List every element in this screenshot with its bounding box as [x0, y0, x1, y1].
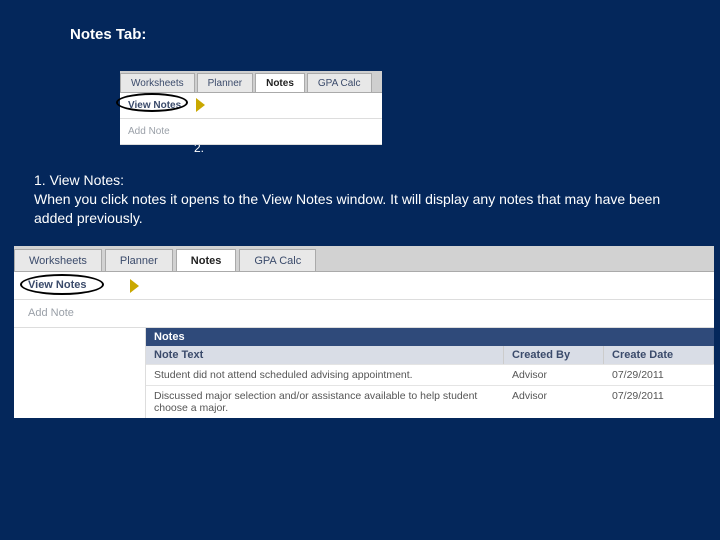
- notes-content-area: Notes Note Text Created By Create Date S…: [14, 328, 714, 418]
- chevron-right-icon: [196, 98, 205, 112]
- tab-notes-wide[interactable]: Notes: [176, 249, 237, 271]
- subnav-add-note-row-wide: Add Note: [14, 300, 714, 328]
- cell-create-date: 07/29/2011: [604, 365, 714, 385]
- cell-create-date: 07/29/2011: [604, 386, 714, 418]
- tab-bar-small: Worksheets Planner Notes GPA Calc: [120, 71, 382, 93]
- notes-table-title: Notes: [146, 328, 714, 346]
- left-gutter: [14, 328, 146, 418]
- subnav-add-note-wide[interactable]: Add Note: [14, 307, 74, 319]
- tab-worksheets[interactable]: Worksheets: [120, 73, 195, 92]
- tab-worksheets-wide[interactable]: Worksheets: [14, 249, 102, 271]
- subnav-view-notes[interactable]: View Notes: [120, 100, 181, 111]
- cell-created-by: Advisor: [504, 365, 604, 385]
- table-row: Discussed major selection and/or assista…: [146, 385, 714, 418]
- tab-notes[interactable]: Notes: [255, 73, 305, 92]
- tab-gpa-calc-wide[interactable]: GPA Calc: [239, 249, 316, 271]
- subnav-add-note[interactable]: Add Note: [120, 126, 170, 137]
- notes-window: Worksheets Planner Notes GPA Calc View N…: [14, 246, 714, 418]
- col-note-text: Note Text: [146, 346, 504, 364]
- subnav-add-note-row: Add Note: [120, 119, 382, 145]
- cell-created-by: Advisor: [504, 386, 604, 418]
- col-created-by: Created By: [504, 346, 604, 364]
- notes-table: Notes Note Text Created By Create Date S…: [146, 328, 714, 418]
- tab-planner-wide[interactable]: Planner: [105, 249, 173, 271]
- cell-note-text: Student did not attend scheduled advisin…: [146, 365, 504, 385]
- tab-planner[interactable]: Planner: [197, 73, 253, 92]
- page-title: Notes Tab:: [70, 26, 686, 43]
- notes-table-header: Note Text Created By Create Date: [146, 346, 714, 364]
- tab-bar-wide: Worksheets Planner Notes GPA Calc: [14, 246, 714, 272]
- section-body: When you click notes it opens to the Vie…: [34, 191, 660, 226]
- subnav-view-notes-row-wide: View Notes: [14, 272, 714, 300]
- subnav-view-notes-row: View Notes: [120, 93, 382, 119]
- section-heading: 1. View Notes:: [34, 172, 124, 188]
- col-create-date: Create Date: [604, 346, 714, 364]
- chevron-right-icon: [130, 279, 139, 293]
- notes-tab-snippet: Worksheets Planner Notes GPA Calc View N…: [120, 71, 382, 145]
- table-row: Student did not attend scheduled advisin…: [146, 364, 714, 385]
- tab-gpa-calc[interactable]: GPA Calc: [307, 73, 372, 92]
- section-description: 1. View Notes: When you click notes it o…: [34, 171, 674, 228]
- cell-note-text: Discussed major selection and/or assista…: [146, 386, 504, 418]
- subnav-view-notes-wide[interactable]: View Notes: [14, 279, 87, 291]
